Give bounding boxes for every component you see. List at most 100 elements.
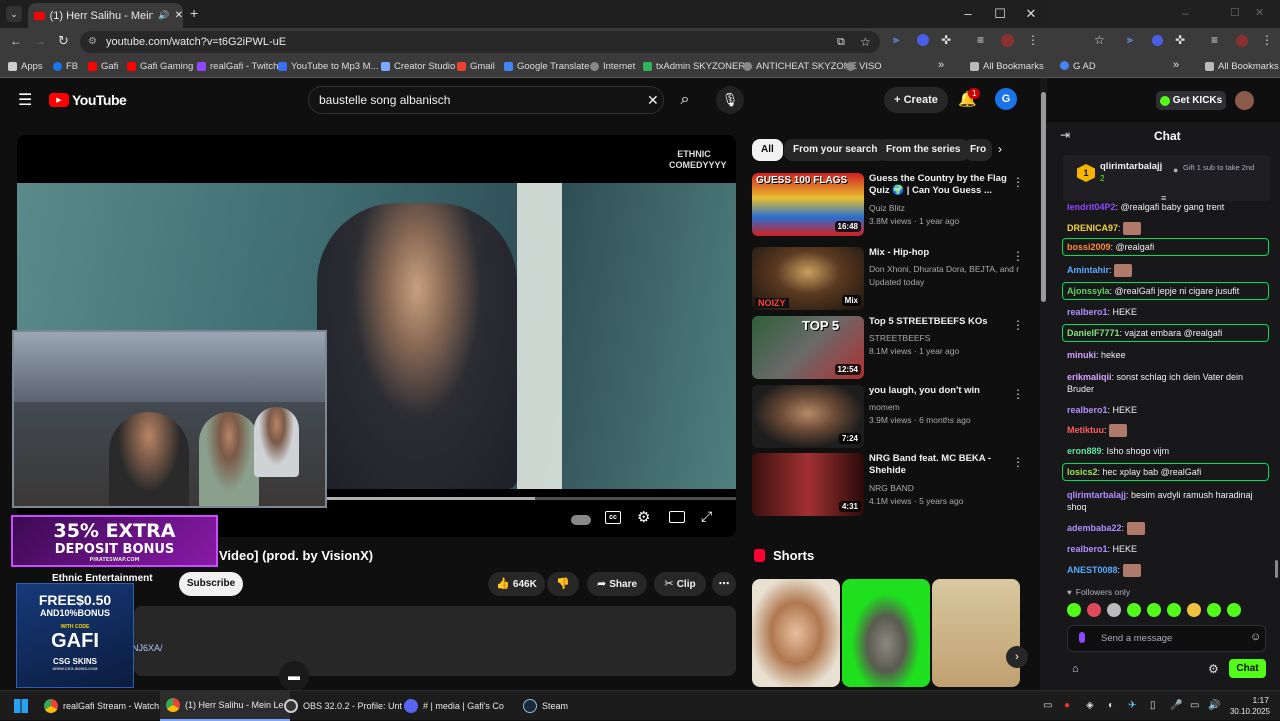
rec-thumbnail[interactable]: 4:31 [752,453,864,516]
rec-thumbnail[interactable]: 7:24 [752,385,864,448]
close-window-button[interactable]: ✕ [1255,6,1264,19]
speaker-icon[interactable]: 🔊 [158,10,169,21]
chat-message[interactable]: bossi2009: @realgafi [1067,241,1267,253]
chat-username[interactable]: DanielF7771 [1067,328,1120,338]
chat-message[interactable]: minuki: hekee [1067,349,1267,361]
rec-thumbnail[interactable]: GUESS 100 FLAGS 16:48 [752,173,864,236]
chat-message[interactable]: realbero1: HEKE [1067,543,1267,555]
bookmark-gafi-gaming[interactable]: Gafi Gaming [127,61,193,72]
bookmark-gad[interactable]: G AD [1073,61,1096,72]
bookmark-twitch[interactable]: realGafi - Twitch [197,61,278,72]
bookmark-apps[interactable]: Apps [8,61,43,72]
short-thumbnail[interactable] [842,579,930,687]
chat-message[interactable]: DRENICA97: [1067,222,1267,236]
subscribe-button[interactable]: Subscribe [179,572,243,596]
emote-icon[interactable] [1187,603,1201,617]
chat-message[interactable]: Metiktuu: [1067,424,1267,438]
more-options-icon[interactable]: ⋮ [1012,175,1024,189]
bookmark-google-translate[interactable]: Google Translate [504,61,589,72]
emote-icon[interactable] [1067,603,1081,617]
bookmark-viso[interactable]: VISO [846,61,882,72]
taskbar-item-steam[interactable]: Steam [523,691,568,721]
tray-icon[interactable]: ● [1064,700,1070,711]
microphone-icon[interactable]: 🎤 [1170,700,1182,711]
filter-all[interactable]: All [752,139,783,161]
tray-icon[interactable]: ◐ [1108,700,1114,711]
bookmark-internet[interactable]: Internet [590,61,635,72]
more-options-icon[interactable]: ⋮ [1012,318,1024,332]
chat-username[interactable]: erikmaliqii [1067,372,1112,382]
chat-username[interactable]: qlirimtarbalajj [1067,490,1126,500]
chat-message[interactable]: DanielF7771: vajzat embara @realgafi [1067,327,1267,339]
bookmark-fb[interactable]: FB [53,61,78,72]
emote-icon[interactable] [1167,603,1181,617]
chevron-right-icon[interactable]: › [998,142,1002,156]
chat-send-button[interactable]: Chat [1229,659,1266,678]
profile-icon[interactable] [1236,35,1248,47]
url-field[interactable]: ⚙ youtube.com/watch?v=t6G2iPWL-uE ⧉ ☆ [80,31,880,53]
bookmarks-overflow-icon[interactable]: » [938,59,944,71]
clock-date[interactable]: 30.10.2025 [1226,707,1270,716]
hamburger-menu-icon[interactable]: ☰ [18,90,32,110]
emoji-icon[interactable]: ☺ [1250,631,1261,643]
reload-icon[interactable]: ↻ [58,33,69,49]
chat-username[interactable]: minuki [1067,350,1096,360]
network-icon[interactable]: ▭ [1190,700,1199,711]
tab-active[interactable]: (1) Herr Salihu - Mein Lebe 🔊 ✕ [28,3,183,28]
chat-scrollbar[interactable] [1275,560,1278,578]
bookmark-gmail[interactable]: Gmail [457,61,495,72]
chat-message[interactable]: Ajonssyla: @realGafi jepje ni cigare jus… [1067,285,1267,297]
tray-icon[interactable]: ✈ [1128,700,1136,711]
bookmark-star-icon[interactable]: ☆ [1094,33,1105,47]
bookmark-star-icon[interactable]: ☆ [860,31,871,53]
extensions-puzzle-icon[interactable]: ✜ [1175,33,1185,47]
bookmarks-overflow-icon[interactable]: » [1173,59,1179,71]
user-avatar[interactable] [1235,91,1254,110]
bookmark-yt-mp3[interactable]: YouTube to Mp3 M... [278,61,379,72]
emote-icon[interactable] [1087,603,1101,617]
account-avatar[interactable]: G [995,88,1017,110]
filter-from-series[interactable]: From the series [877,139,970,161]
media-control-icon[interactable]: ≡ [1211,33,1218,47]
chat-username[interactable]: adembaba22 [1067,523,1122,533]
chat-store-icon[interactable]: ⌂ [1072,663,1079,675]
chat-message[interactable]: lendrit04P2: @realgafi baby gang trent [1067,201,1267,213]
chat-message[interactable]: realbero1: HEKE [1067,404,1267,416]
emote-icon[interactable] [1107,603,1121,617]
send-message-input[interactable]: Send a message ☺ [1067,625,1266,652]
chat-message[interactable]: ANEST0088: [1067,564,1267,578]
dislike-button[interactable]: 👎 [547,572,579,596]
filter-from-search[interactable]: From your search [784,139,887,161]
extensions-puzzle-icon[interactable]: ✜ [941,33,951,47]
more-actions-button[interactable]: ⋯ [712,572,736,596]
more-options-icon[interactable]: ⋮ [1012,455,1024,469]
theater-mode-icon[interactable] [669,511,685,523]
chat-message[interactable]: Amintahir: [1067,264,1267,278]
chat-username[interactable]: DRENICA97 [1067,223,1118,233]
minimize-button[interactable]: – [1182,6,1189,20]
tray-icon[interactable]: ◈ [1086,700,1094,711]
extension-icon-1[interactable]: ⫸ [893,34,899,47]
collapse-chat-icon[interactable]: ⇥ [1060,128,1070,142]
chat-username[interactable]: lendrit04P2 [1067,202,1116,212]
chat-bubble-icon[interactable]: ▬ [279,661,309,690]
profile-icon[interactable] [1001,34,1014,47]
taskbar-item-obs[interactable]: OBS 32.0.2 - Profile: Unt [284,691,402,721]
chat-username[interactable]: losics2 [1067,467,1098,477]
chat-message[interactable]: eron889: Isho shogo vijm [1067,445,1267,457]
chat-settings-icon[interactable]: ⚙ [1208,662,1219,676]
extension-icon-2[interactable] [1152,35,1163,46]
filter-more[interactable]: Fro [964,139,992,161]
pinned-gifter[interactable]: 1 qlirimtarbalajj 2 ● Gift 1 sub to take… [1063,155,1270,203]
voice-search-icon[interactable]: 🎙 [716,86,744,114]
chat-username[interactable]: realbero1 [1067,307,1108,317]
chat-message[interactable]: qlirimtarbalajj: besim avdyli ramush har… [1067,489,1267,513]
browser-menu-icon[interactable]: ⋮ [1027,33,1039,47]
youtube-logo[interactable]: ▶ YouTube [49,92,127,108]
short-thumbnail[interactable] [932,579,1020,687]
get-kicks-button[interactable]: Get KICKs [1156,91,1226,110]
rec-thumbnail[interactable]: TOP 5 12:54 [752,316,864,379]
bookmark-gafi[interactable]: Gafi [88,61,118,72]
extension-icon-2[interactable] [917,34,929,46]
rec-item[interactable]: TOP 5 12:54 Top 5 STREETBEEFS KOs STREET… [752,316,1024,382]
